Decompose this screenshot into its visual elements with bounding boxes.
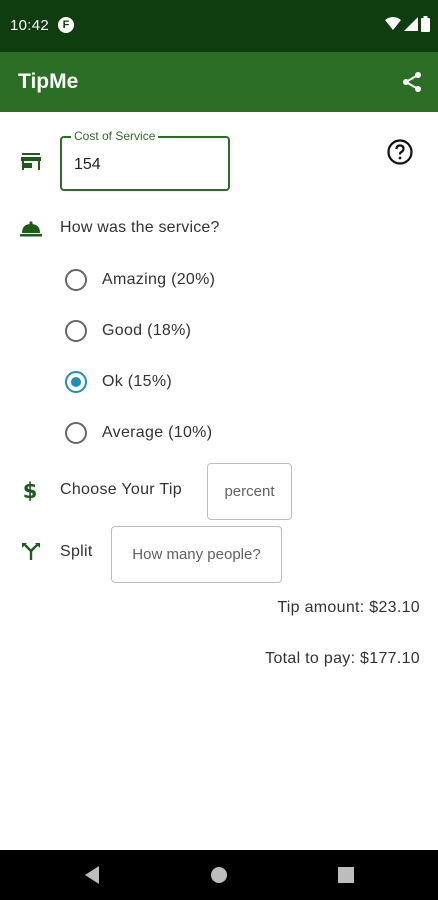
radio-label: Average (10%) <box>102 424 213 441</box>
radio-option-ok[interactable]: Ok (15%) <box>65 369 172 395</box>
cost-of-service-field[interactable]: Cost of Service 154 <box>60 129 230 191</box>
radio-label: Good (18%) <box>102 322 192 339</box>
split-people-input[interactable] <box>111 526 282 583</box>
choose-tip-label: Choose Your Tip <box>60 481 182 498</box>
recents-icon[interactable] <box>334 863 358 887</box>
signal-icon <box>404 17 418 31</box>
total-to-pay-text: Total to pay: $177.10 <box>265 650 420 667</box>
back-icon[interactable] <box>80 863 104 887</box>
cost-of-service-label: Cost of Service <box>71 129 159 143</box>
radio-label: Amazing (20%) <box>102 271 216 288</box>
radio-option-good[interactable]: Good (18%) <box>65 318 191 344</box>
help-icon[interactable] <box>386 138 414 166</box>
cost-of-service-value: 154 <box>74 156 101 173</box>
home-icon[interactable] <box>207 863 231 887</box>
service-question: How was the service? <box>60 219 220 236</box>
wifi-icon <box>385 17 401 30</box>
split-icon <box>20 540 42 562</box>
notification-badge-icon: F <box>58 17 74 33</box>
status-icons <box>385 16 430 32</box>
app-bar: TipMe <box>0 52 438 112</box>
radio-button-selected[interactable] <box>65 371 87 393</box>
radio-button[interactable] <box>65 269 87 291</box>
share-icon[interactable] <box>398 68 426 96</box>
tip-amount-text: Tip amount: $23.10 <box>277 599 420 616</box>
radio-button[interactable] <box>65 422 87 444</box>
radio-option-amazing[interactable]: Amazing (20%) <box>65 267 215 293</box>
store-icon <box>20 152 42 172</box>
status-bar: 10:42 F <box>0 0 438 52</box>
navigation-bar <box>0 850 438 900</box>
radio-option-average[interactable]: Average (10%) <box>65 420 212 446</box>
dollar-icon: $ <box>22 479 38 503</box>
app-title: TipMe <box>18 70 79 93</box>
split-label: Split <box>60 543 93 560</box>
tip-percent-input[interactable] <box>207 463 292 520</box>
battery-icon <box>421 16 430 32</box>
radio-button[interactable] <box>65 320 87 342</box>
status-time: 10:42 <box>10 17 50 34</box>
service-bell-icon <box>19 220 43 238</box>
radio-label: Ok (15%) <box>102 373 172 390</box>
